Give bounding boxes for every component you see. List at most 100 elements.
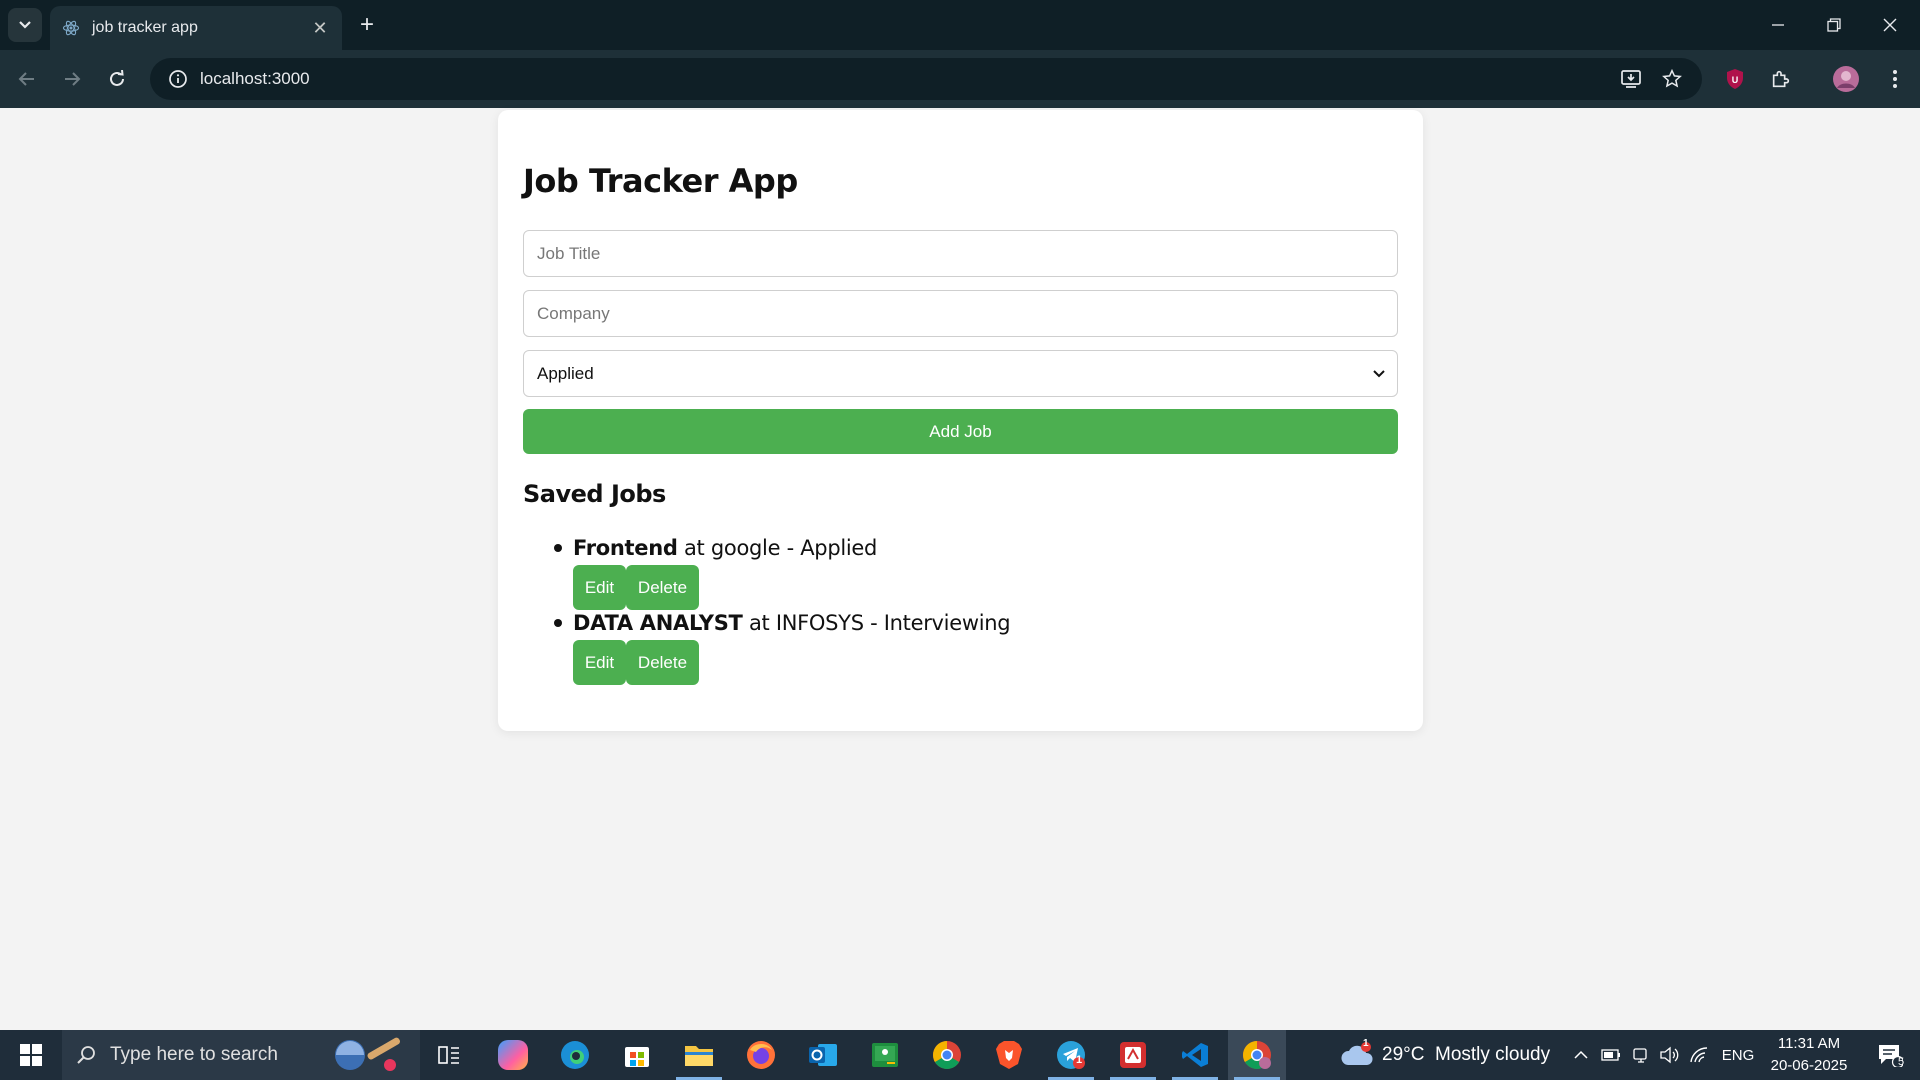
chevron-down-icon [1373,369,1385,377]
file-explorer-app[interactable] [670,1030,728,1080]
list-bullet [554,619,562,627]
restore-button[interactable] [1812,8,1856,42]
chrome-profile-app[interactable] [1228,1030,1286,1080]
battery-icon [1601,1049,1620,1061]
new-tab-button[interactable]: + [352,10,382,40]
brave-icon [996,1041,1022,1069]
firefox-icon [747,1041,775,1069]
arrow-left-icon [18,72,34,86]
restore-icon [1827,18,1841,32]
job-title-text: Frontend [573,536,678,560]
telegram-app[interactable]: 1 [1042,1030,1100,1080]
firefox-app[interactable] [732,1030,790,1080]
chrome-icon [1243,1041,1271,1069]
clock-time: 11:31 AM [1777,1035,1841,1052]
browser-tab[interactable]: job tracker app ✕ [50,6,342,50]
notification-count: 5 [1898,1056,1905,1068]
job-list-item: DATA ANALYST at INFOSYS - Interviewing E… [523,608,1398,685]
job-title-text: DATA ANALYST [573,611,743,635]
volume-tray[interactable] [1656,1030,1682,1080]
minimize-button[interactable] [1756,8,1800,42]
close-window-button[interactable] [1868,8,1912,42]
extensions-puzzle-icon[interactable] [1763,62,1799,96]
edge-app[interactable] [546,1030,604,1080]
browser-menu-icon[interactable] [1877,62,1913,96]
status-select[interactable]: Applied [523,350,1398,397]
folder-icon [685,1046,713,1066]
arrow-right-icon [65,72,81,86]
store-icon [625,1047,649,1067]
job-company-text: google [710,536,781,560]
job-actions: Edit Delete [573,565,1398,610]
delete-job-button[interactable]: Delete [626,640,699,685]
ublock-extension-icon[interactable]: U [1717,62,1753,96]
browser-toolbar: localhost:3000 U [0,50,1920,108]
saved-jobs-list: Frontend at google - Applied Edit Delete… [523,533,1398,685]
edit-job-button[interactable]: Edit [573,565,626,610]
add-job-button[interactable]: Add Job [523,409,1398,454]
search-icon [77,1046,95,1064]
camera-icon [1633,1048,1647,1063]
show-hidden-icons-button[interactable] [1568,1030,1594,1080]
chrome-icon [933,1041,961,1069]
address-bar[interactable]: localhost:3000 [150,58,1702,100]
language-indicator[interactable]: ENG [1718,1030,1758,1080]
job-tracker-card: Job Tracker App Applied Add Job Saved Jo… [498,110,1423,731]
chevron-up-icon [1574,1050,1588,1059]
reload-button[interactable] [100,62,134,96]
battery-tray[interactable] [1598,1030,1624,1080]
clock-date: 20-06-2025 [1770,1057,1848,1074]
back-button[interactable] [10,62,44,96]
chrome-app[interactable] [918,1030,976,1080]
meet-now-tray[interactable] [1628,1030,1654,1080]
notification-center-button[interactable]: 5 [1860,1030,1920,1080]
windows-logo-icon [20,1044,42,1066]
job-status-text: Interviewing [883,611,1011,635]
close-tab-icon[interactable]: ✕ [310,18,330,39]
weather-widget[interactable]: 1 29°C Mostly cloudy [1340,1030,1550,1080]
status-select-value: Applied [537,363,594,383]
delete-job-button[interactable]: Delete [626,565,699,610]
edit-job-button[interactable]: Edit [573,640,626,685]
windows-taskbar: Type here to search 1 1 29°C Mostly clou… [0,1030,1920,1080]
taskbar-search-box[interactable]: Type here to search [62,1030,420,1080]
forward-button[interactable] [55,62,89,96]
edge-icon [561,1041,589,1069]
job-status-text: Applied [800,536,878,560]
vscode-app[interactable] [1166,1030,1224,1080]
react-logo-icon [62,20,80,36]
network-tray[interactable] [1686,1030,1712,1080]
tab-title: job tracker app [92,19,198,36]
store-app[interactable] [608,1030,666,1080]
browser-tab-bar: job tracker app ✕ + [0,0,1920,50]
clock[interactable]: 11:31 AM 20-06-2025 [1760,1033,1858,1077]
wifi-icon [1690,1047,1708,1063]
tab-search-button[interactable] [8,8,42,42]
copilot-icon [498,1040,528,1070]
speaker-icon [1660,1046,1679,1064]
app-title: Job Tracker App [523,162,798,200]
start-button[interactable] [0,1030,62,1080]
vscode-icon [1182,1043,1208,1067]
acrobat-app[interactable] [1104,1030,1162,1080]
task-view-button[interactable] [420,1030,478,1080]
company-input[interactable] [523,290,1398,337]
job-company-text: INFOSYS [775,611,864,635]
job-summary: Frontend at google - Applied [573,536,878,560]
copilot-app[interactable] [484,1030,542,1080]
install-app-icon[interactable] [1614,62,1648,96]
classroom-icon [872,1043,898,1067]
brave-app[interactable] [980,1030,1038,1080]
acrobat-icon [1120,1042,1146,1068]
job-title-input[interactable] [523,230,1398,277]
outlook-app[interactable] [794,1030,852,1080]
profile-avatar[interactable] [1828,62,1864,96]
classroom-app[interactable] [856,1030,914,1080]
bookmark-star-icon[interactable] [1655,62,1689,96]
cricket-highlight-icon [335,1037,400,1071]
site-info-icon[interactable] [156,58,200,100]
chevron-down-icon [19,21,31,29]
job-actions: Edit Delete [573,640,1398,685]
url-text: localhost:3000 [200,69,310,88]
minimize-icon [1772,24,1784,26]
